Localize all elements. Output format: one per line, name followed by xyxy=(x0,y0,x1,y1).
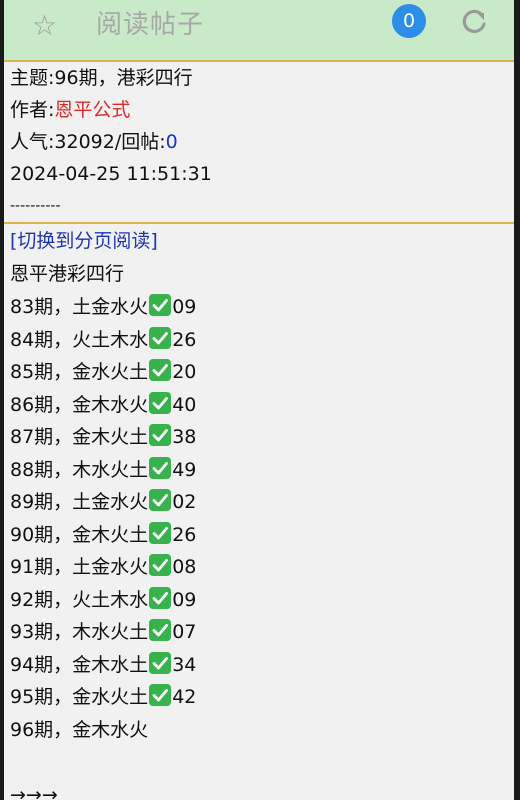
post-intro: 恩平港彩四行 xyxy=(10,263,125,285)
entry-period: 93期，木水火土 xyxy=(10,621,149,643)
entry-result: 07 xyxy=(172,621,197,643)
subject-label: 主题: xyxy=(10,67,55,89)
check-mark-icon xyxy=(149,684,172,706)
entry-period: 92期，火土木水 xyxy=(10,588,149,611)
list-item: 92期，火土木水 09 xyxy=(10,586,197,613)
author-label: 作者: xyxy=(10,99,55,121)
entry-result: 40 xyxy=(172,393,197,416)
entry-period: 96期，金木水火 xyxy=(10,718,149,741)
entry-result: 49 xyxy=(172,458,197,481)
entry-period: 83期，土金水火 xyxy=(10,296,149,318)
list-item: 83期，土金水火 09 xyxy=(10,294,196,320)
entry-period: 91期，土金水火 xyxy=(10,556,149,578)
check-mark-icon xyxy=(149,456,172,479)
post-reader: ☆ 阅读帖子 0 主题:96期，港彩四行 作者:恩平公式 人气:32092/回帖… xyxy=(4,0,514,800)
list-item: 87期，金木火土 38 xyxy=(10,424,196,450)
separator: ---------- xyxy=(10,198,61,214)
post-timestamp: 2024-04-25 11:51:31 xyxy=(10,163,212,185)
check-mark-icon xyxy=(149,619,172,641)
post-meta: 主题:96期，港彩四行 作者:恩平公式 人气:32092/回帖:0 2024-0… xyxy=(4,62,514,224)
check-mark-icon xyxy=(149,651,172,674)
entry-result: 20 xyxy=(172,361,197,383)
entry-period: 85期，金水火土 xyxy=(10,361,149,383)
check-mark-icon xyxy=(149,586,172,609)
list-item: 84期，火土木水 26 xyxy=(10,326,197,353)
entry-period: 87期，金木火土 xyxy=(10,426,149,448)
list-item: 96期，金木水火 xyxy=(10,717,148,743)
check-mark-icon xyxy=(149,554,172,576)
entry-period: 90期，金木火土 xyxy=(10,523,149,546)
replies-label: /回帖: xyxy=(114,131,166,153)
entry-period: 88期，木水火土 xyxy=(10,458,149,481)
arrows-text: →→→ xyxy=(10,784,58,800)
entry-result: 26 xyxy=(172,523,197,546)
list-item: 95期，金水火土 42 xyxy=(10,684,196,710)
check-mark-icon xyxy=(149,294,172,316)
check-mark-icon xyxy=(149,489,172,511)
top-bar: ☆ 阅读帖子 0 xyxy=(4,0,514,62)
entry-result: 26 xyxy=(172,328,197,351)
entry-result: 09 xyxy=(172,588,197,611)
views-label: 人气: xyxy=(10,131,55,153)
check-mark-icon xyxy=(149,326,172,349)
list-item: 93期，木水火土 07 xyxy=(10,619,196,645)
notification-badge[interactable]: 0 xyxy=(392,4,426,38)
author-link[interactable]: 恩平公式 xyxy=(54,99,130,121)
entry-result: 02 xyxy=(172,491,197,513)
views-count: 32092 xyxy=(54,131,115,153)
author-line: 作者:恩平公式 xyxy=(10,97,130,123)
entry-period: 86期，金木水火 xyxy=(10,393,149,416)
page-title: 阅读帖子 xyxy=(96,10,205,40)
refresh-icon[interactable] xyxy=(456,4,492,40)
entry-result: 34 xyxy=(172,653,197,676)
entry-period: 95期，金水火土 xyxy=(10,686,149,708)
switch-page-link[interactable]: [切换到分页阅读] xyxy=(10,228,158,254)
entry-result: 09 xyxy=(172,296,197,318)
entry-result: 42 xyxy=(172,686,197,708)
check-mark-icon xyxy=(149,359,172,381)
replies-count: 0 xyxy=(165,131,178,153)
entry-result: 38 xyxy=(172,426,197,448)
star-icon[interactable]: ☆ xyxy=(32,6,57,46)
entry-period: 94期，金木水土 xyxy=(10,653,149,676)
stats-line: 人气:32092/回帖:0 xyxy=(10,129,178,155)
check-mark-icon xyxy=(149,391,172,414)
entry-period: 89期，土金水火 xyxy=(10,491,149,513)
entry-period: 84期，火土木水 xyxy=(10,328,149,351)
list-item: 86期，金木水火 40 xyxy=(10,391,197,418)
list-item: 88期，木水火土 49 xyxy=(10,456,197,483)
entry-result: 08 xyxy=(172,556,197,578)
subject-line: 主题:96期，港彩四行 xyxy=(10,65,193,91)
list-item: 91期，土金水火 08 xyxy=(10,554,196,580)
list-item: 94期，金木水土 34 xyxy=(10,651,197,678)
list-item: 89期，土金水火 02 xyxy=(10,489,196,515)
subject-value: 96期，港彩四行 xyxy=(54,67,193,89)
list-item: 90期，金木火土 26 xyxy=(10,521,197,548)
check-mark-icon xyxy=(149,424,172,446)
list-item: 85期，金水火土 20 xyxy=(10,359,196,385)
check-mark-icon xyxy=(149,521,172,544)
